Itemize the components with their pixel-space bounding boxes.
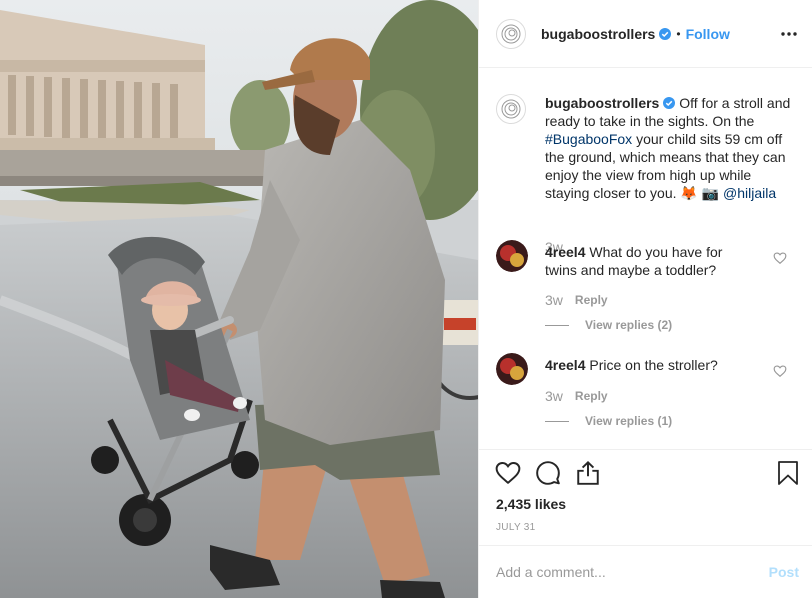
- comment-text: 4reel4 Price on the stroller?: [545, 356, 750, 374]
- hashtag-link[interactable]: #BugabooFox: [545, 131, 632, 147]
- post-header: bugaboostrollers • Follow: [479, 0, 812, 68]
- like-comment-heart-icon[interactable]: [773, 364, 787, 378]
- comment-icon[interactable]: [535, 460, 561, 486]
- comment-text: 4reel4 What do you have for twins and ma…: [545, 243, 750, 279]
- commenter-username[interactable]: 4reel4: [545, 244, 585, 260]
- comment-meta: 3w Reply: [545, 388, 608, 404]
- comments-list[interactable]: bugaboostrollers Off for a stroll and re…: [479, 69, 812, 449]
- add-comment-input[interactable]: [496, 564, 736, 580]
- comment-timestamp: 3w: [545, 292, 563, 308]
- caption-text: bugaboostrollers Off for a stroll and re…: [545, 94, 797, 202]
- post-comment-button[interactable]: Post: [769, 564, 799, 580]
- post-photo[interactable]: [0, 0, 478, 598]
- instagram-post: bugaboostrollers • Follow bugaboostrolle…: [0, 0, 812, 598]
- stroller-photo-illustration: [0, 0, 478, 598]
- post-actions: 2,435 likes JULY 31: [479, 449, 812, 533]
- author-avatar[interactable]: [496, 18, 526, 49]
- add-comment-bar: Post: [479, 545, 812, 598]
- commenter-avatar[interactable]: [496, 353, 528, 385]
- reply-button[interactable]: Reply: [575, 293, 608, 307]
- heart-icon[interactable]: [495, 460, 521, 486]
- mention-link[interactable]: @hiljaila: [723, 185, 776, 201]
- verified-badge-icon: [663, 97, 676, 109]
- caption-author-avatar[interactable]: [496, 94, 526, 124]
- caption-username[interactable]: bugaboostrollers: [545, 95, 659, 111]
- action-icons: [495, 460, 615, 486]
- author-username[interactable]: bugaboostrollers: [541, 26, 655, 42]
- commenter-photo: [496, 240, 528, 272]
- view-replies-button[interactable]: View replies (2): [545, 318, 672, 332]
- view-replies-label: View replies (1): [585, 414, 673, 428]
- comment-meta: 3w Reply: [545, 292, 608, 308]
- view-replies-label: View replies (2): [585, 318, 673, 332]
- post-date: JULY 31: [496, 522, 536, 533]
- more-options-button[interactable]: [779, 24, 799, 44]
- verified-badge-icon: [659, 27, 672, 40]
- comment-timestamp: 3w: [545, 388, 563, 404]
- bugaboo-logo-icon: [501, 24, 521, 43]
- replies-divider: [545, 324, 569, 326]
- more-horizontal-icon: [781, 32, 797, 36]
- commenter-photo: [496, 353, 528, 385]
- like-comment-heart-icon[interactable]: [773, 251, 787, 265]
- reply-button[interactable]: Reply: [575, 389, 608, 403]
- bugaboo-logo-icon: [501, 99, 521, 119]
- comment-body: Price on the stroller?: [585, 357, 718, 373]
- likes-count[interactable]: 2,435 likes: [496, 496, 566, 512]
- separator-dot: •: [676, 26, 681, 41]
- commenter-avatar[interactable]: [496, 240, 528, 272]
- bookmark-icon[interactable]: [776, 460, 800, 486]
- post-side-panel: bugaboostrollers • Follow bugaboostrolle…: [478, 0, 812, 598]
- commenter-username[interactable]: 4reel4: [545, 357, 585, 373]
- view-replies-button[interactable]: View replies (1): [545, 414, 672, 428]
- replies-divider: [545, 420, 569, 422]
- follow-button[interactable]: Follow: [686, 26, 730, 42]
- share-icon[interactable]: [575, 460, 601, 486]
